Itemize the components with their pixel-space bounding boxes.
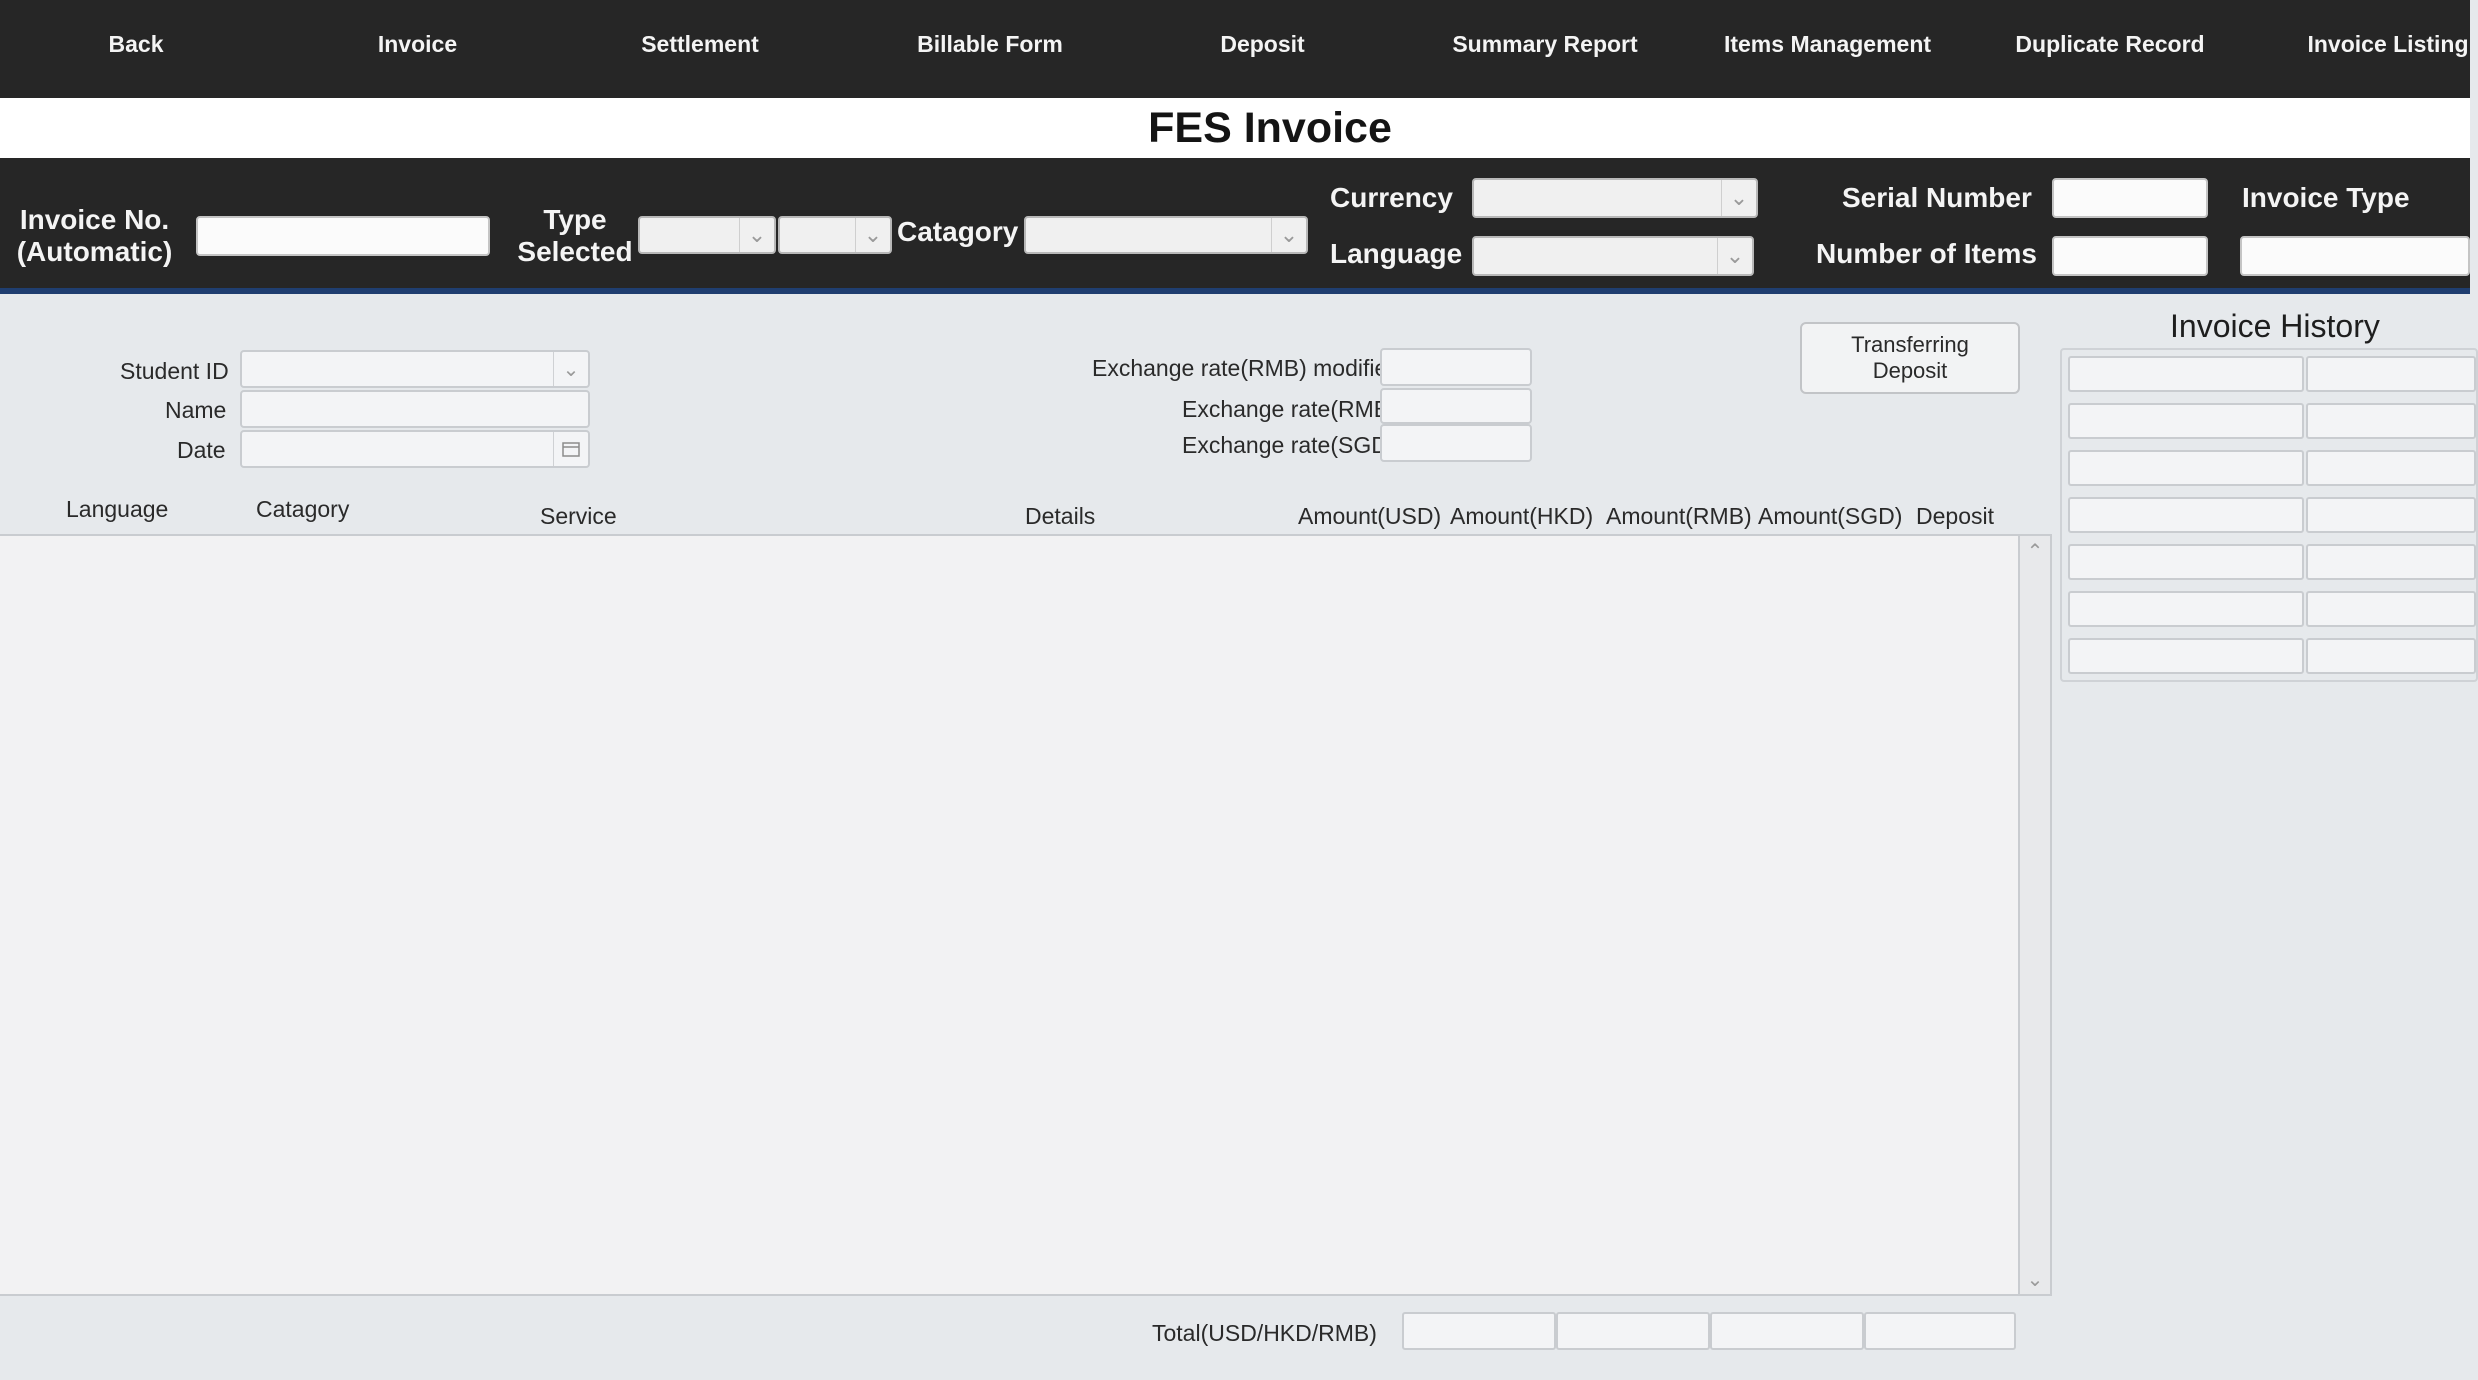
chevron-down-icon: ⌄ [1271,218,1306,252]
history-cell[interactable] [2068,356,2304,392]
history-cell[interactable] [2306,497,2476,533]
transferring-deposit-label-line2: Deposit [1872,358,1948,383]
header-divider [0,288,2470,294]
number-of-items-label: Number of Items [1816,238,2037,269]
column-amount-rmb: Amount(RMB) [1606,503,1752,529]
invoice-type-field[interactable] [2240,236,2470,276]
exchange-sgd-label: Exchange rate(SGD) [1182,432,1396,458]
history-cell[interactable] [2068,403,2304,439]
chevron-down-icon: ⌄ [1721,180,1756,216]
nav-billable-form[interactable]: Billable Form [900,0,1080,88]
type-selected-label-line2: Selected [517,236,633,267]
column-language: Language [66,496,169,522]
total-hkd-field[interactable] [1556,1312,1710,1350]
language-label: Language [1330,238,1463,269]
history-cell[interactable] [2068,497,2304,533]
serial-number-label: Serial Number [1842,182,2032,213]
invoice-no-label-line1: Invoice No. [19,204,170,235]
invoice-no-field[interactable] [196,216,490,256]
column-amount-hkd: Amount(HKD) [1450,503,1594,529]
currency-select[interactable]: ⌄ [1472,178,1758,218]
top-nav-bar: Back Invoice Settlement Billable Form De… [0,0,2470,98]
invoice-history-panel [2060,348,2478,682]
catagory-label: Catagory [897,216,1019,247]
nav-settlement[interactable]: Settlement [620,0,780,88]
chevron-down-icon[interactable]: ⌄ [2020,1264,2050,1294]
column-service: Service [540,503,617,529]
invoice-no-label-line2: (Automatic) [16,236,173,267]
chevron-down-icon: ⌄ [739,218,774,252]
nav-summary-report[interactable]: Summary Report [1440,0,1650,88]
invoice-type-label: Invoice Type [2242,182,2410,213]
transferring-deposit-label-line1: Transferring [1851,332,1969,357]
name-field[interactable] [240,390,590,428]
column-amount-usd: Amount(USD) [1298,503,1442,529]
chevron-down-icon: ⌄ [855,218,890,252]
date-field[interactable] [240,430,590,468]
chevron-down-icon: ⌄ [553,352,588,386]
currency-label: Currency [1330,182,1453,213]
catagory-select[interactable]: ⌄ [1024,216,1308,254]
transferring-deposit-button[interactable]: Transferring Deposit [1800,322,2020,394]
column-details: Details [1025,503,1096,529]
invoice-no-label: Invoice No. (Automatic) [12,204,177,268]
list-scrollbar[interactable]: ⌃ ⌄ [2018,534,2052,1296]
history-cell[interactable] [2068,591,2304,627]
type-selected-label: Type Selected [516,204,634,268]
exchange-rmb-modified-label: Exchange rate(RMB) modified [1092,355,1401,381]
nav-invoice[interactable]: Invoice [350,0,485,88]
exchange-rmb-label: Exchange rate(RMB) [1182,396,1397,422]
history-cell[interactable] [2068,544,2304,580]
calendar-icon[interactable] [553,432,588,466]
nav-items-management[interactable]: Items Management [1720,0,1935,88]
nav-duplicate-record[interactable]: Duplicate Record [2010,0,2210,88]
number-of-items-field[interactable] [2052,236,2208,276]
history-cell[interactable] [2306,638,2476,674]
chevron-up-icon[interactable]: ⌃ [2020,536,2050,566]
date-label: Date [177,437,226,463]
type-select-primary[interactable]: ⌄ [638,216,776,254]
total-rmb-field[interactable] [1710,1312,1864,1350]
history-cell[interactable] [2306,591,2476,627]
column-catagory: Catagory [256,496,350,522]
chevron-down-icon: ⌄ [1717,238,1752,274]
language-select[interactable]: ⌄ [1472,236,1754,276]
type-selected-label-line1: Type [543,204,607,235]
page-title: FES Invoice [1148,104,1392,152]
total-usd-field[interactable] [1402,1312,1556,1350]
history-cell[interactable] [2068,638,2304,674]
history-cell[interactable] [2306,356,2476,392]
exchange-sgd-field[interactable] [1380,424,1532,462]
column-deposit: Deposit [1916,503,1994,529]
invoice-items-list[interactable] [0,534,2018,1296]
exchange-rmb-field[interactable] [1380,388,1532,424]
serial-number-field[interactable] [2052,178,2208,218]
total-label: Total(USD/HKD/RMB) [1152,1320,1377,1346]
history-cell[interactable] [2306,450,2476,486]
name-label: Name [165,397,227,423]
history-cell[interactable] [2306,544,2476,580]
history-cell[interactable] [2306,403,2476,439]
student-id-select[interactable]: ⌄ [240,350,590,388]
total-sgd-field[interactable] [1864,1312,2016,1350]
nav-back[interactable]: Back [76,0,196,88]
type-select-secondary[interactable]: ⌄ [778,216,892,254]
column-amount-sgd: Amount(SGD) [1758,503,1903,529]
exchange-rmb-modified-field[interactable] [1380,348,1532,386]
history-cell[interactable] [2068,450,2304,486]
student-id-label: Student ID [120,358,229,384]
invoice-history-title: Invoice History [2170,308,2380,344]
nav-deposit[interactable]: Deposit [1200,0,1325,88]
nav-invoice-listing[interactable]: Invoice Listing [2300,0,2476,88]
